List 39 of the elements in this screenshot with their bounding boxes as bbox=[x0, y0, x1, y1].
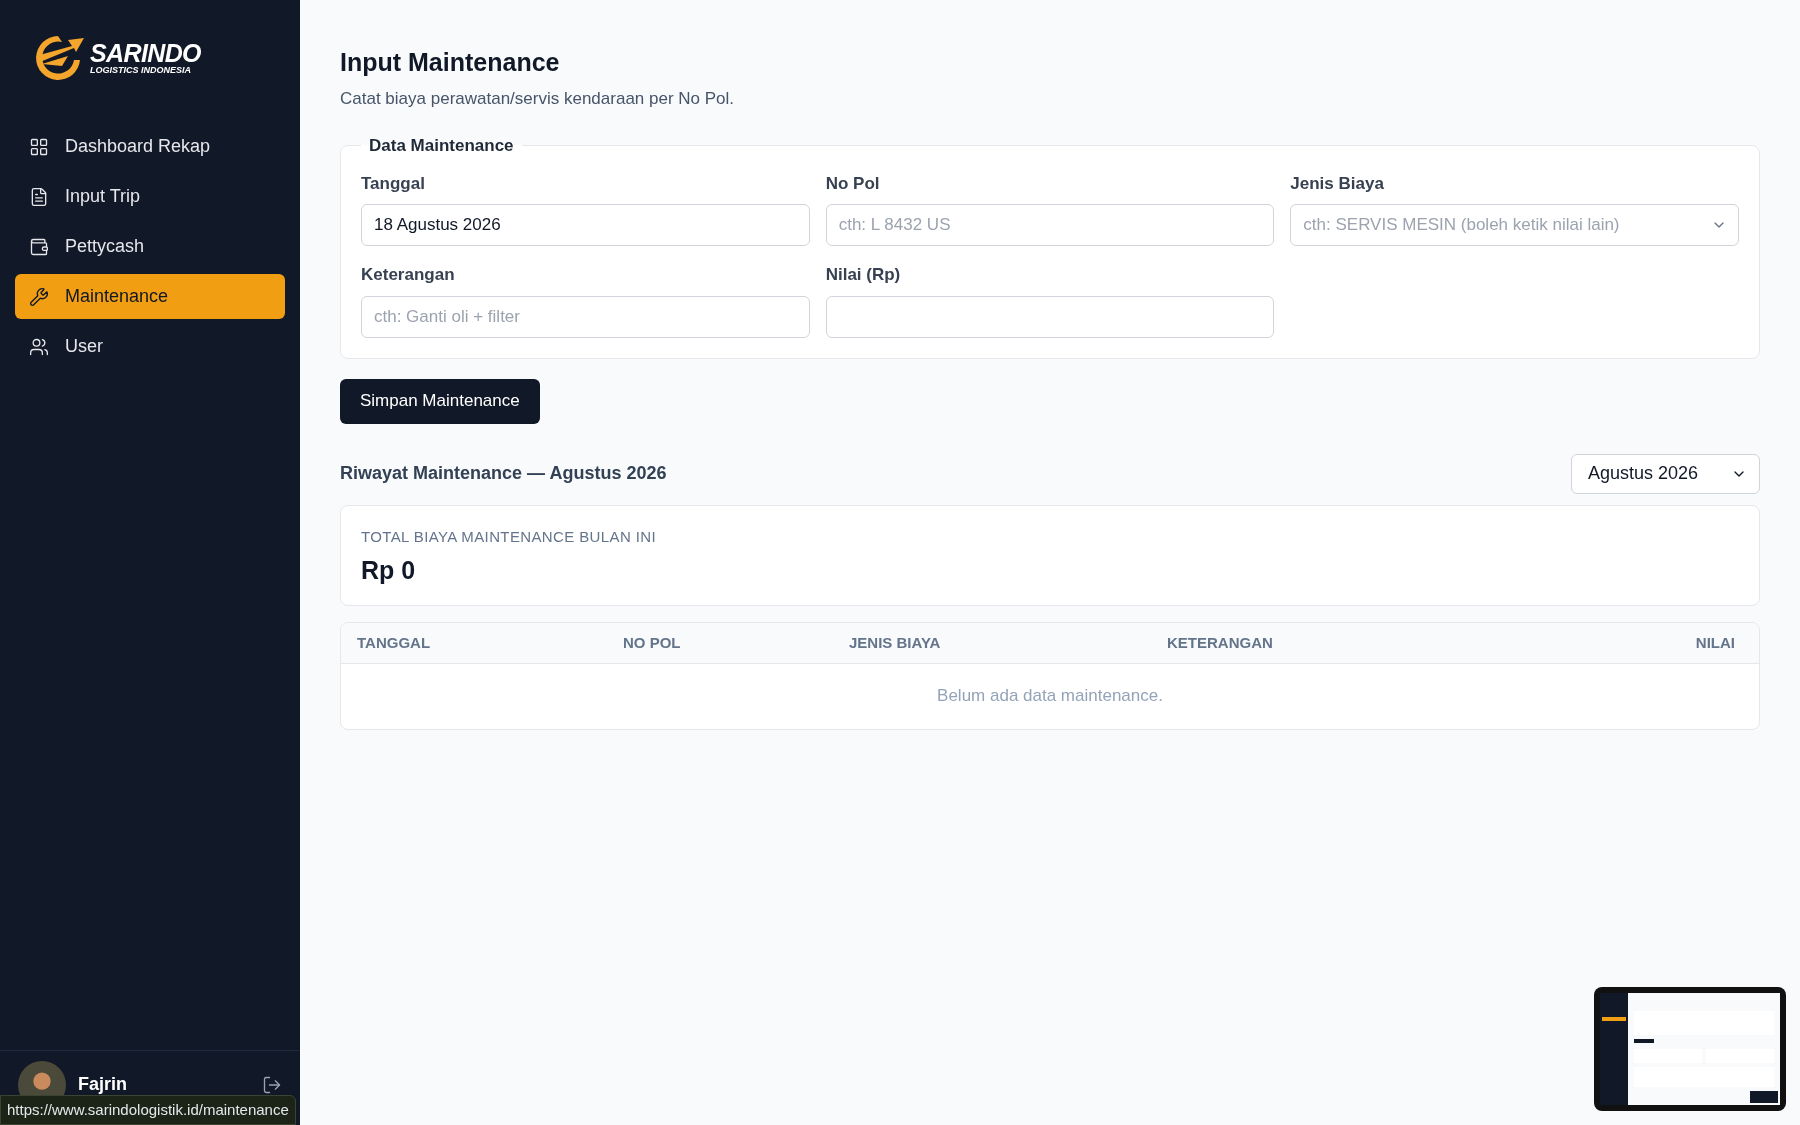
nav-item[interactable]: User bbox=[15, 324, 285, 369]
nav-item[interactable]: Maintenance bbox=[15, 274, 285, 319]
field-label: No Pol bbox=[825, 172, 881, 195]
column-header: NO POL bbox=[623, 633, 681, 651]
page-subtitle: Catat biaya perawatan/servis kendaraan per No Pol. bbox=[340, 87, 736, 110]
brand-tagline: LOGISTICS INDONESIA bbox=[90, 66, 192, 75]
document-icon bbox=[29, 186, 49, 207]
wallet-icon bbox=[29, 236, 49, 257]
nav-item[interactable]: Input Trip bbox=[15, 174, 285, 219]
month-select[interactable]: Agustus 2026 bbox=[1571, 453, 1760, 494]
input-field[interactable]: 18 Agustus 2026 bbox=[361, 204, 810, 246]
section-title: Riwayat Maintenance — Agustus 2026 bbox=[340, 462, 667, 485]
form-legend: Data Maintenance bbox=[361, 133, 522, 159]
url-tooltip: https://www.sarindologistik.id/maintenance bbox=[0, 1094, 296, 1125]
nav-item[interactable]: Pettycash bbox=[15, 224, 285, 269]
input-field[interactable]: cth: L 8432 US bbox=[825, 204, 1275, 246]
field-label: Tanggal bbox=[361, 172, 426, 195]
field-label: Jenis Biaya bbox=[1290, 172, 1385, 195]
input-field[interactable] bbox=[825, 295, 1275, 338]
logout-icon[interactable] bbox=[262, 1075, 282, 1095]
user-name: Fajrin bbox=[78, 1073, 128, 1096]
combo-field[interactable]: cth: SERVIS MESIN (boleh ketik nilai lain) bbox=[1290, 204, 1739, 246]
column-header: JENIS BIAYA bbox=[849, 633, 941, 651]
save-button[interactable]: Simpan Maintenance bbox=[340, 378, 540, 424]
total-value: Rp 0 bbox=[361, 555, 417, 586]
empty-message: Belum ada data maintenance. bbox=[937, 685, 1163, 708]
grid-icon bbox=[29, 136, 49, 157]
nav-item[interactable]: Dashboard Rekap bbox=[15, 124, 285, 169]
field-label: Keterangan bbox=[361, 264, 456, 286]
input-field[interactable]: cth: Ganti oli + filter bbox=[361, 295, 810, 338]
wrench-icon bbox=[29, 286, 49, 307]
page-title: Input Maintenance bbox=[340, 47, 561, 78]
users-icon bbox=[29, 336, 49, 357]
column-header: KETERANGAN bbox=[1167, 633, 1273, 651]
total-label: TOTAL BIAYA MAINTENANCE BULAN INI bbox=[361, 526, 657, 547]
column-header: NILAI bbox=[1695, 633, 1735, 651]
column-header: TANGGAL bbox=[357, 633, 431, 651]
field-label: Nilai (Rp) bbox=[825, 264, 902, 286]
brand-name: SARINDO bbox=[90, 41, 201, 66]
